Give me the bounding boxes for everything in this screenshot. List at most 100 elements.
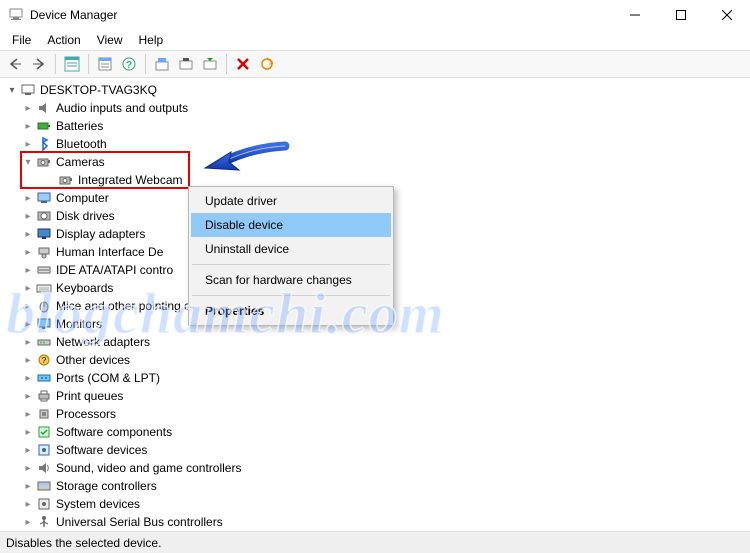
tree-node-usb[interactable]: ▸Universal Serial Bus controllers <box>4 513 750 531</box>
bluetooth-icon <box>36 136 52 152</box>
context-menu-item[interactable]: Scan for hardware changes <box>191 268 391 292</box>
help-button[interactable]: ? <box>118 53 140 75</box>
tree-node-camera[interactable]: ▾ Cameras <box>4 153 750 171</box>
tree-node-label: Other devices <box>56 353 130 367</box>
toolbar: ? <box>0 50 750 78</box>
tree-node-cpu[interactable]: ▸ Processors <box>4 405 750 423</box>
computer-icon <box>36 190 52 206</box>
expand-icon[interactable]: ▾ <box>22 156 34 168</box>
printer-icon <box>36 388 52 404</box>
properties-button[interactable] <box>94 53 116 75</box>
context-menu-item[interactable]: Disable device <box>191 213 391 237</box>
context-menu-item[interactable]: Uninstall device <box>191 237 391 261</box>
uninstall-button[interactable] <box>199 53 221 75</box>
tree-node-swdev[interactable]: ▸Software devices <box>4 441 750 459</box>
expand-icon[interactable]: ▸ <box>22 120 34 132</box>
context-menu: Update driverDisable deviceUninstall dev… <box>188 186 394 326</box>
tree-node-label: Print queues <box>56 389 123 403</box>
expand-icon[interactable]: ▸ <box>22 102 34 114</box>
tree-node-label: Sound, video and game controllers <box>56 461 241 475</box>
tree-node-audio[interactable]: ▸ Audio inputs and outputs <box>4 99 750 117</box>
expand-icon[interactable]: ▸ <box>22 390 34 402</box>
battery-icon <box>36 118 52 134</box>
tree-root[interactable]: ▾ DESKTOP-TVAG3KQ <box>4 81 750 99</box>
tree-node-port[interactable]: ▸ Ports (COM & LPT) <box>4 369 750 387</box>
computer-icon <box>20 82 36 98</box>
show-hide-button[interactable] <box>61 53 83 75</box>
mouse-icon <box>36 298 52 314</box>
tree-node-label: Network adapters <box>56 335 150 349</box>
tree-root-label: DESKTOP-TVAG3KQ <box>40 83 157 97</box>
expand-icon[interactable]: ▸ <box>22 426 34 438</box>
expand-icon[interactable]: ▸ <box>22 408 34 420</box>
expand-icon[interactable]: ▸ <box>22 246 34 258</box>
expand-icon[interactable]: ▸ <box>22 264 34 276</box>
tree-node-label: IDE ATA/ATAPI contro <box>56 263 173 277</box>
expand-icon[interactable]: ▸ <box>22 210 34 222</box>
tree-node-battery[interactable]: ▸Batteries <box>4 117 750 135</box>
tree-node-label: Audio inputs and outputs <box>56 101 188 115</box>
tree-node-sound[interactable]: ▸ Sound, video and game controllers <box>4 459 750 477</box>
tree-node-label: Ports (COM & LPT) <box>56 371 160 385</box>
tree-node-bluetooth[interactable]: ▸Bluetooth <box>4 135 750 153</box>
sound-icon <box>36 460 52 476</box>
expand-icon[interactable]: ▸ <box>22 372 34 384</box>
expand-icon[interactable]: ▸ <box>22 336 34 348</box>
context-menu-item[interactable]: Properties <box>191 299 391 323</box>
expand-icon[interactable]: ▸ <box>22 354 34 366</box>
tree-node-label: System devices <box>56 497 140 511</box>
tree-node-storage[interactable]: ▸Storage controllers <box>4 477 750 495</box>
forward-button[interactable] <box>28 53 50 75</box>
tree-node-label: Processors <box>56 407 116 421</box>
tree-node-label: Monitors <box>56 317 102 331</box>
tree-node-label: Disk drives <box>56 209 115 223</box>
tree-node-label: Software components <box>56 425 172 439</box>
expand-icon[interactable]: ▸ <box>22 228 34 240</box>
menu-help[interactable]: Help <box>131 31 172 49</box>
context-menu-item[interactable]: Update driver <box>191 189 391 213</box>
collapse-icon[interactable]: ▾ <box>6 84 18 96</box>
maximize-button[interactable] <box>658 0 704 30</box>
scan-button[interactable] <box>256 53 278 75</box>
expand-icon[interactable]: ▸ <box>22 138 34 150</box>
expand-icon[interactable]: ▸ <box>22 498 34 510</box>
expand-icon[interactable]: ▸ <box>22 282 34 294</box>
keyboard-icon <box>36 280 52 296</box>
tree-node-other[interactable]: ▸? Other devices <box>4 351 750 369</box>
svg-text:?: ? <box>42 356 47 365</box>
expand-icon[interactable]: ▸ <box>22 516 34 528</box>
swcomp-icon <box>36 424 52 440</box>
disable-button[interactable] <box>175 53 197 75</box>
expand-icon[interactable]: ▸ <box>22 480 34 492</box>
tree-node-label: Human Interface De <box>56 245 163 259</box>
update-driver-button[interactable] <box>151 53 173 75</box>
system-icon <box>36 496 52 512</box>
delete-button[interactable] <box>232 53 254 75</box>
status-text: Disables the selected device. <box>6 536 161 550</box>
minimize-button[interactable] <box>612 0 658 30</box>
close-button[interactable] <box>704 0 750 30</box>
camera-icon <box>36 154 52 170</box>
expand-icon[interactable]: ▸ <box>22 318 34 330</box>
expand-icon[interactable]: ▸ <box>22 300 34 312</box>
expand-icon[interactable]: ▸ <box>22 192 34 204</box>
port-icon <box>36 370 52 386</box>
menu-file[interactable]: File <box>4 31 39 49</box>
tree-node-printer[interactable]: ▸ Print queues <box>4 387 750 405</box>
tree-node-network[interactable]: ▸ Network adapters <box>4 333 750 351</box>
tree-node-swcomp[interactable]: ▸ Software components <box>4 423 750 441</box>
tree-node-label: Cameras <box>56 155 105 169</box>
menubar: File Action View Help <box>0 30 750 50</box>
svg-text:?: ? <box>126 60 132 71</box>
expand-icon[interactable]: ▸ <box>22 444 34 456</box>
tree-node-system[interactable]: ▸ System devices <box>4 495 750 513</box>
display-icon <box>36 226 52 242</box>
expand-icon[interactable]: ▸ <box>22 462 34 474</box>
back-button[interactable] <box>4 53 26 75</box>
menu-action[interactable]: Action <box>39 31 88 49</box>
menu-view[interactable]: View <box>89 31 131 49</box>
disk-icon <box>36 208 52 224</box>
tree-leaf-label: Integrated Webcam <box>78 173 183 187</box>
audio-icon <box>36 100 52 116</box>
cpu-icon <box>36 406 52 422</box>
